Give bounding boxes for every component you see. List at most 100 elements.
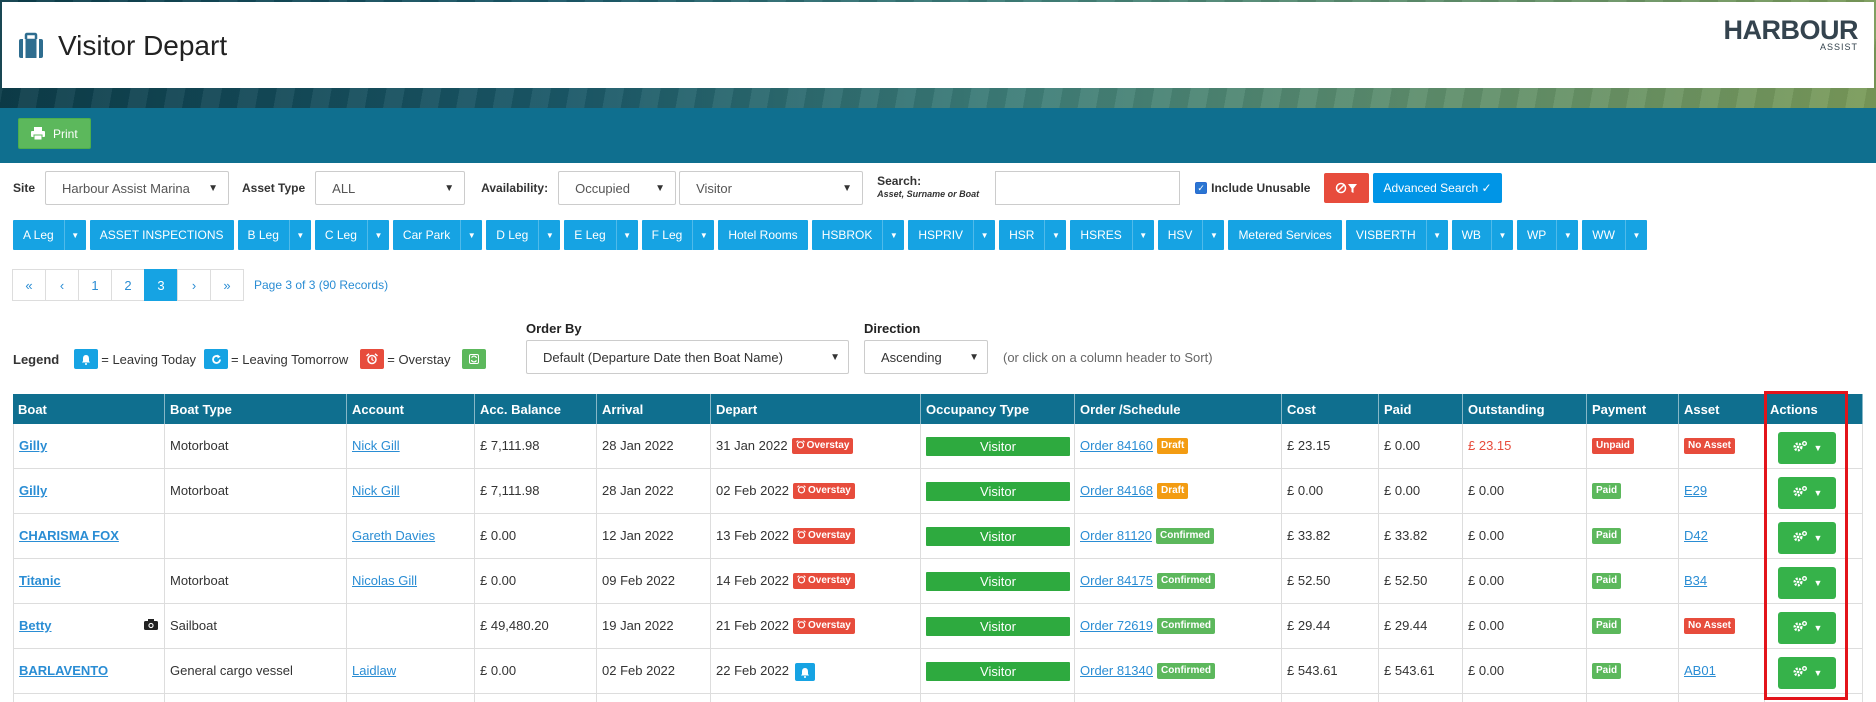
asset-link[interactable]: E29 — [1684, 483, 1707, 498]
order-link[interactable]: Order 81120 — [1080, 528, 1152, 543]
column-header-asset[interactable]: Asset — [1679, 394, 1765, 424]
first-page-button[interactable]: « — [12, 269, 46, 301]
column-header-boat-type[interactable]: Boat Type — [165, 394, 347, 424]
include-unusable-checkbox[interactable]: ✓ — [1195, 182, 1208, 194]
column-header-account[interactable]: Account — [347, 394, 475, 424]
cell-actions: ▼ — [1765, 604, 1863, 648]
column-header-paid[interactable]: Paid — [1379, 394, 1463, 424]
boat-name-link[interactable]: CHARISMA FOX — [19, 528, 119, 543]
page-3-button[interactable]: 3 — [144, 269, 178, 301]
caret-down-icon[interactable]: ▼ — [1044, 220, 1066, 250]
leg-button[interactable]: HSR ▼ — [999, 220, 1067, 250]
availability-select[interactable]: Occupied ▼ — [558, 171, 677, 205]
asset-link[interactable]: D42 — [1684, 528, 1708, 543]
leg-button[interactable]: C Leg ▼ — [314, 220, 389, 250]
column-header-outstanding[interactable]: Outstanding — [1463, 394, 1587, 424]
order-link[interactable]: Order 81340 — [1080, 663, 1153, 678]
caret-down-icon[interactable]: ▼ — [538, 220, 560, 250]
boat-name-link[interactable]: Betty — [19, 618, 52, 633]
caret-down-icon[interactable]: ▼ — [692, 220, 714, 250]
column-header-boat[interactable]: Boat — [13, 394, 165, 424]
leg-button-label: E Leg — [574, 228, 606, 242]
actions-dropdown-button[interactable]: ▼ — [1778, 612, 1836, 644]
leg-button[interactable]: Metered Services — [1228, 220, 1342, 250]
caret-down-icon[interactable]: ▼ — [1624, 220, 1647, 250]
page-1-button[interactable]: 1 — [78, 269, 112, 301]
gears-icon — [1792, 440, 1808, 456]
actions-dropdown-button[interactable]: ▼ — [1778, 477, 1836, 509]
leg-button[interactable]: HSPRIV ▼ — [908, 220, 996, 250]
leg-button-label: B Leg — [247, 228, 279, 242]
column-header-order-schedule[interactable]: Order /Schedule — [1075, 394, 1282, 424]
caret-down-icon[interactable]: ▼ — [1202, 220, 1224, 250]
clear-filter-button[interactable] — [1324, 173, 1370, 203]
leg-button[interactable]: B Leg ▼ — [237, 220, 311, 250]
advanced-search-button[interactable]: Advanced Search ✓ — [1373, 173, 1502, 203]
caret-down-icon[interactable]: ▼ — [460, 220, 482, 250]
order-link[interactable]: Order 84168 — [1080, 483, 1153, 498]
column-header-cost[interactable]: Cost — [1282, 394, 1379, 424]
caret-down-icon[interactable]: ▼ — [1490, 220, 1513, 250]
last-page-button[interactable]: » — [210, 269, 244, 301]
leg-button[interactable]: Car Park ▼ — [392, 220, 483, 250]
caret-down-icon[interactable]: ▼ — [882, 220, 904, 250]
leg-button[interactable]: VISBERTH ▼ — [1345, 220, 1448, 250]
cell-boat — [13, 694, 165, 702]
order-link[interactable]: Order 84160 — [1080, 438, 1153, 453]
asset-link[interactable]: AB01 — [1684, 663, 1716, 678]
column-header-arrival[interactable]: Arrival — [597, 394, 711, 424]
leg-button[interactable]: WB ▼ — [1451, 220, 1513, 250]
actions-dropdown-button[interactable]: ▼ — [1778, 432, 1836, 464]
asset-link[interactable]: B34 — [1684, 573, 1707, 588]
print-button[interactable]: Print — [18, 118, 91, 149]
column-header-payment[interactable]: Payment — [1587, 394, 1679, 424]
caret-down-icon[interactable]: ▼ — [1425, 220, 1448, 250]
search-input[interactable] — [995, 171, 1181, 205]
camera-icon[interactable] — [144, 618, 158, 633]
actions-dropdown-button[interactable]: ▼ — [1778, 657, 1836, 689]
leg-button[interactable]: HSRES ▼ — [1070, 220, 1154, 250]
prev-page-button[interactable]: ‹ — [45, 269, 79, 301]
boat-name-link[interactable]: BARLAVENTO — [19, 663, 108, 678]
boat-name-link[interactable]: Gilly — [19, 483, 47, 498]
page-2-button[interactable]: 2 — [111, 269, 145, 301]
direction-select[interactable]: Ascending ▼ — [864, 340, 988, 374]
leg-button[interactable]: WP ▼ — [1516, 220, 1579, 250]
leg-button[interactable]: ASSET INSPECTIONS — [89, 220, 234, 250]
account-link[interactable]: Gareth Davies — [352, 528, 435, 543]
leg-button[interactable]: HSBROK ▼ — [811, 220, 905, 250]
asset-type-select[interactable]: ALL ▼ — [315, 171, 466, 205]
leg-button[interactable]: A Leg ▼ — [13, 220, 86, 250]
caret-down-icon[interactable]: ▼ — [615, 220, 638, 250]
order-link[interactable]: Order 72619 — [1080, 618, 1153, 633]
boat-name-link[interactable]: Titanic — [19, 573, 61, 588]
leg-button[interactable]: WW ▼ — [1582, 220, 1647, 250]
order-link[interactable]: Order 84175 — [1080, 573, 1153, 588]
column-header-actions[interactable]: Actions — [1765, 394, 1863, 424]
caret-down-icon[interactable]: ▼ — [1131, 220, 1154, 250]
column-header-occupancy-type[interactable]: Occupancy Type — [921, 394, 1075, 424]
actions-dropdown-button[interactable]: ▼ — [1778, 567, 1836, 599]
caret-down-icon[interactable]: ▼ — [288, 220, 311, 250]
leg-button[interactable]: D Leg ▼ — [486, 220, 561, 250]
leg-button[interactable]: Hotel Rooms — [718, 220, 808, 250]
account-link[interactable]: Nick Gill — [352, 438, 400, 453]
caret-down-icon[interactable]: ▼ — [63, 220, 86, 250]
account-link[interactable]: Nicolas Gill — [352, 573, 417, 588]
order-by-select[interactable]: Default (Departure Date then Boat Name) ▼ — [526, 340, 849, 374]
account-link[interactable]: Nick Gill — [352, 483, 400, 498]
column-header-depart[interactable]: Depart — [711, 394, 921, 424]
boat-name-link[interactable]: Gilly — [19, 438, 47, 453]
site-select[interactable]: Harbour Assist Marina ▼ — [45, 171, 230, 205]
column-header-acc-balance[interactable]: Acc. Balance — [475, 394, 597, 424]
actions-dropdown-button[interactable]: ▼ — [1778, 522, 1836, 554]
next-page-button[interactable]: › — [177, 269, 211, 301]
leg-button[interactable]: E Leg ▼ — [564, 220, 638, 250]
caret-down-icon[interactable]: ▼ — [366, 220, 389, 250]
leg-button[interactable]: HSV ▼ — [1157, 220, 1225, 250]
occupancy-select[interactable]: Visitor ▼ — [679, 171, 864, 205]
leg-button[interactable]: F Leg ▼ — [641, 220, 715, 250]
caret-down-icon[interactable]: ▼ — [973, 220, 995, 250]
caret-down-icon[interactable]: ▼ — [1556, 220, 1578, 250]
account-link[interactable]: Laidlaw — [352, 663, 396, 678]
